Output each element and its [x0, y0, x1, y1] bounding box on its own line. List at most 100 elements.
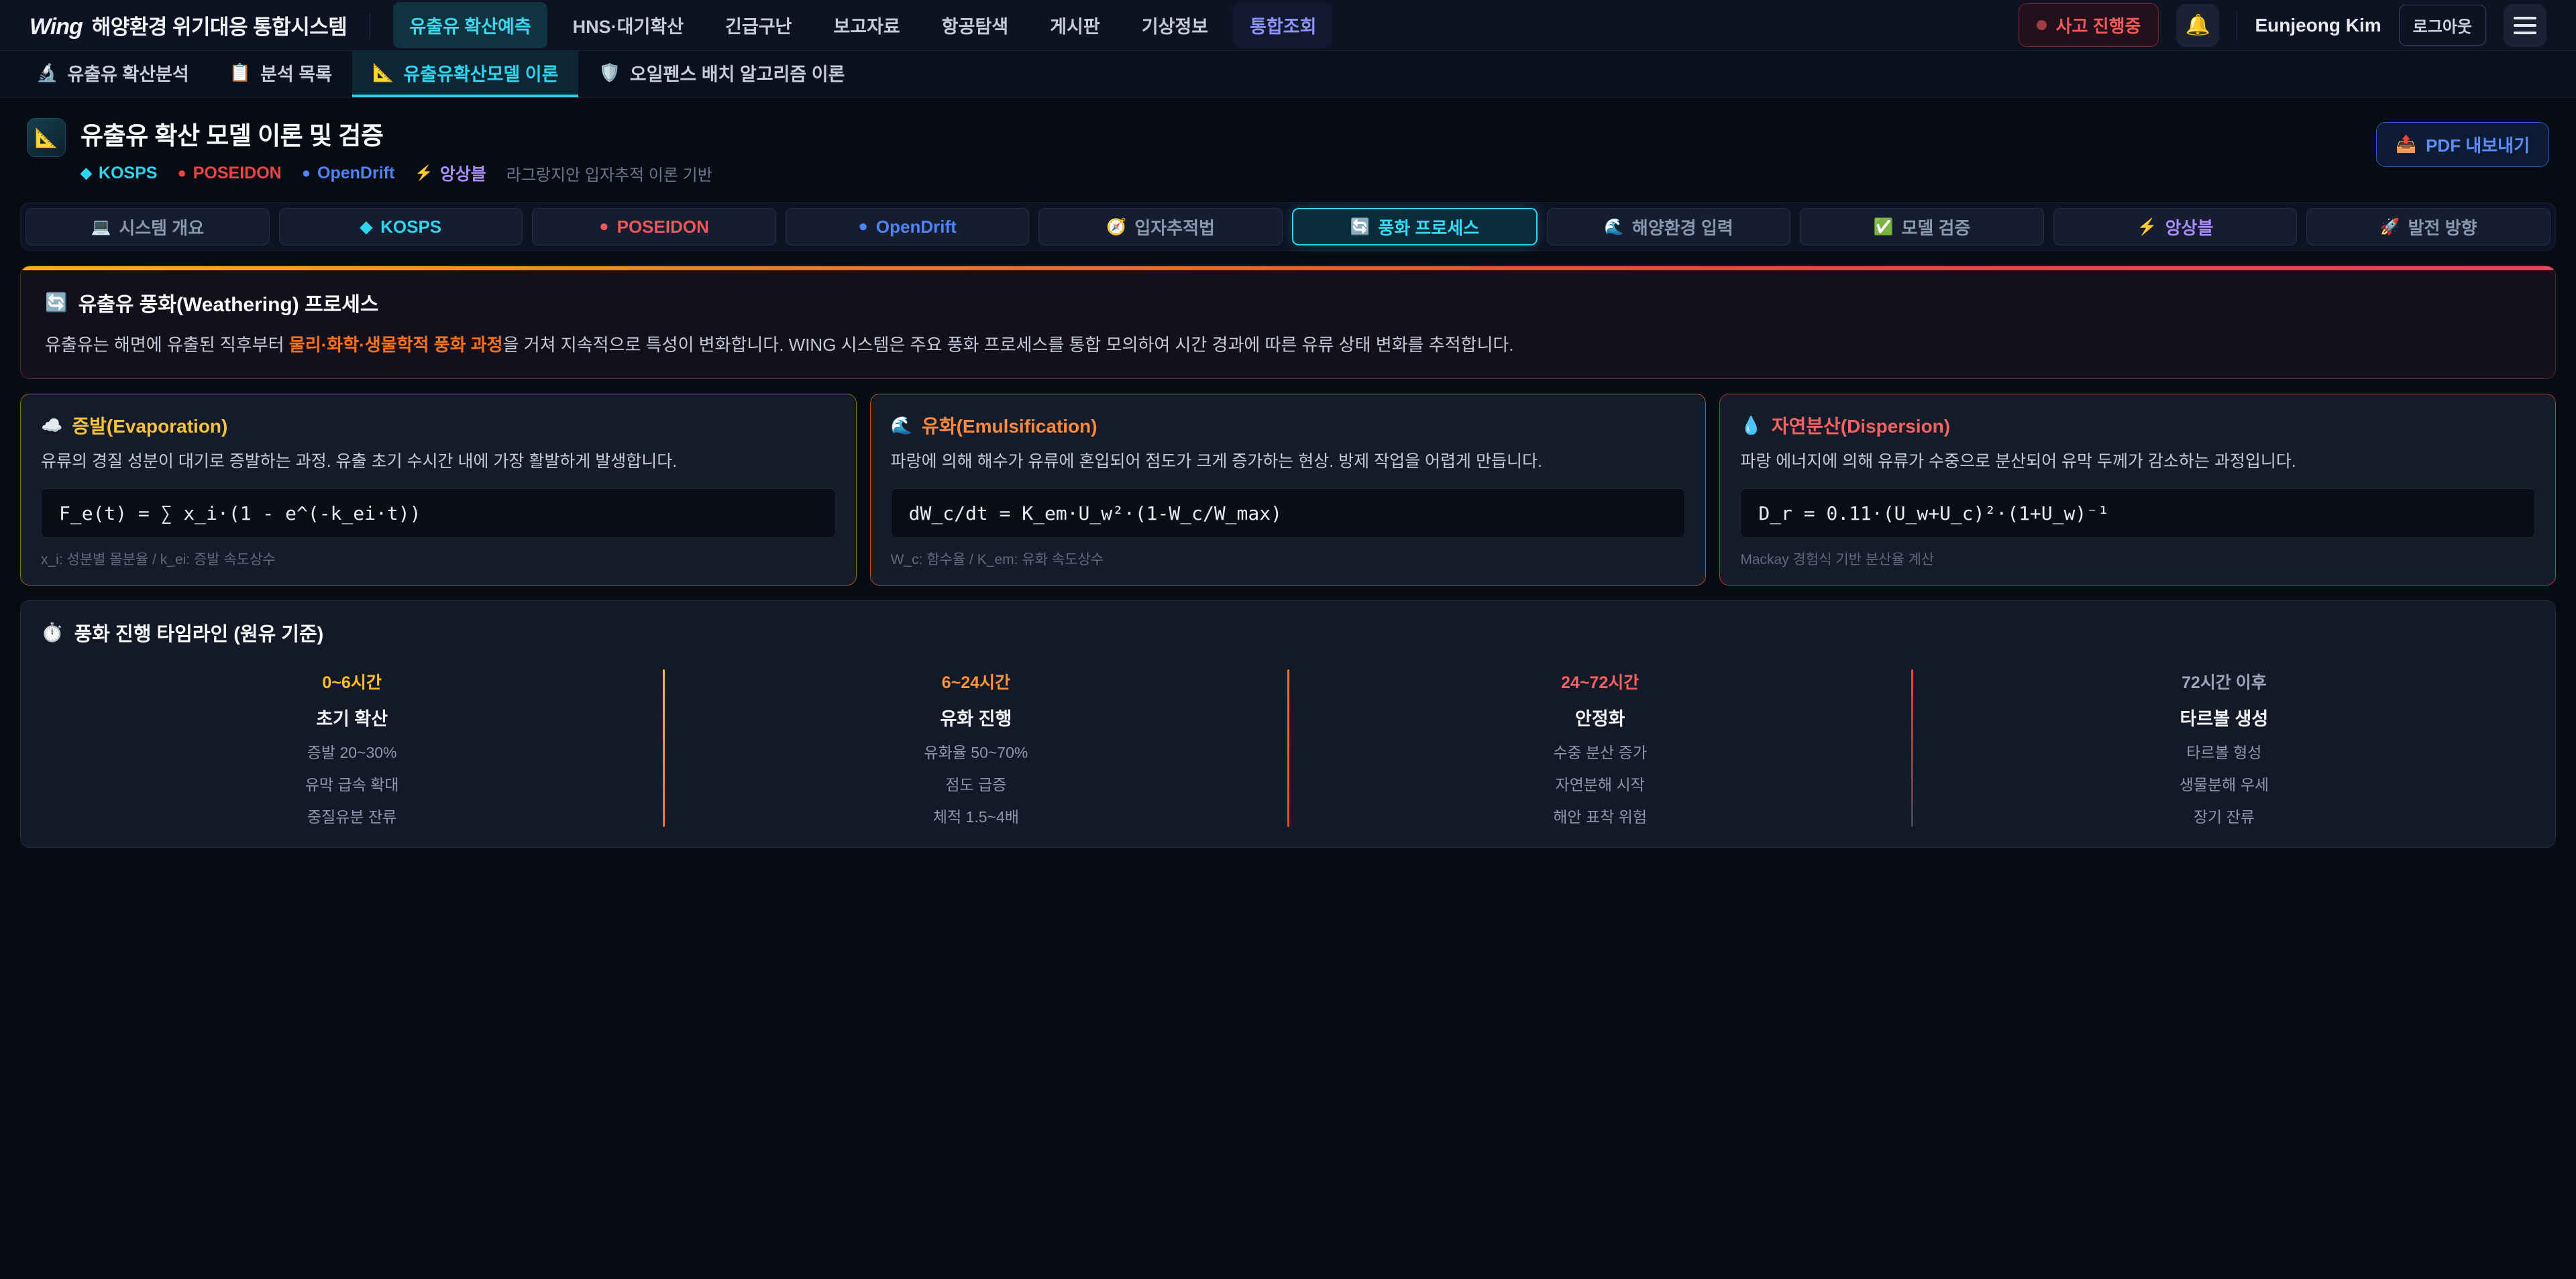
header-texts: 유출유 확산 모델 이론 및 검증 ◆ KOSPS ● POSEIDON ● O… [80, 115, 712, 185]
phase-item: 유화율 50~70% [924, 740, 1028, 763]
tab-label: 유출유 확산분석 [67, 60, 189, 86]
pdf-export-button[interactable]: 📤 PDF 내보내기 [2376, 122, 2549, 167]
weathering-timeline-section: ⏱️ 풍화 진행 타임라인 (원유 기준) 0~6시간 초기 확산 증발 20~… [20, 600, 2556, 848]
weathering-section: 🔄 유출유 풍화(Weathering) 프로세스 유출유는 해면에 유출된 직… [20, 266, 2556, 379]
badge-kosps: ◆ KOSPS [80, 164, 157, 183]
top-navigation-bar: Wing 해양환경 위기대응 통합시스템 유출유 확산예측 HNS·대기확산 긴… [0, 0, 2576, 51]
section-pill-poseidon[interactable]: ● POSEIDON [532, 208, 776, 245]
app-title: 해양환경 위기대응 통합시스템 [92, 10, 347, 40]
timeline-title: ⏱️ 풍화 진행 타임라인 (원유 기준) [41, 618, 2535, 647]
tab-analysis-list[interactable]: 📋 분석 목록 [209, 51, 352, 97]
diamond-icon: ◆ [80, 164, 92, 182]
nav-item-aerial-search[interactable]: 항공탐색 [926, 2, 1024, 48]
card-title: 🌊 유화(Emulsification) [891, 412, 1686, 439]
pill-label: 입자추적법 [1134, 215, 1215, 239]
triangle-ruler-icon: 📐 [372, 62, 394, 83]
incident-badge-label: 사고 진행중 [2056, 13, 2141, 38]
section-pill-system-overview[interactable]: 💻 시스템 개요 [25, 208, 270, 245]
pill-label: POSEIDON [617, 217, 709, 237]
phase-time: 0~6시간 [322, 669, 381, 693]
section-pill-kosps[interactable]: ◆ KOSPS [279, 208, 523, 245]
nav-item-board[interactable]: 게시판 [1034, 2, 1116, 48]
badge-opendrift: ● OpenDrift [302, 164, 395, 183]
cycle-icon: 🔄 [45, 292, 68, 313]
phase-item: 중질유분 잔류 [307, 804, 396, 827]
badge-ensemble: ⚡ 앙상블 [415, 161, 486, 185]
card-title-text: 증발(Evaporation) [72, 412, 227, 439]
weathering-description: 유출유는 해면에 유출된 직후부터 물리·화학·생물학적 풍화 과정을 거쳐 지… [45, 332, 2531, 358]
topbar-right-group: 사고 진행중 🔔 Eunjeong Kim 로그아웃 [2019, 3, 2546, 47]
section-pill-ensemble[interactable]: ⚡ 앙상블 [2053, 208, 2298, 245]
section-pill-weathering-process[interactable]: 🔄 풍화 프로세스 [1292, 208, 1538, 245]
compass-icon: 🧭 [1106, 217, 1126, 237]
logout-button[interactable]: 로그아웃 [2399, 5, 2486, 46]
phase-item: 수중 분산 증가 [1553, 740, 1647, 763]
menu-button[interactable] [2504, 4, 2546, 47]
main-nav: 유출유 확산예측 HNS·대기확산 긴급구난 보고자료 항공탐색 게시판 기상정… [393, 2, 1332, 48]
phase-time: 6~24시간 [942, 669, 1010, 693]
pill-label: 발전 방향 [2408, 215, 2477, 239]
model-badge-row: ◆ KOSPS ● POSEIDON ● OpenDrift ⚡ 앙상블 라그랑… [80, 161, 712, 185]
clipboard-icon: 📋 [229, 62, 251, 83]
card-description: 파랑 에너지에 의해 유류가 수중으로 분산되어 유막 두께가 감소하는 과정입… [1740, 449, 2535, 474]
formula-note: Mackay 경험식 기반 분산율 계산 [1740, 549, 2535, 569]
page-header: 📐 유출유 확산 모델 이론 및 검증 ◆ KOSPS ● POSEIDON ●… [0, 98, 2576, 192]
phase-time: 72시간 이후 [2182, 669, 2267, 693]
tab-label: 오일펜스 배치 알고리즘 이론 [630, 60, 845, 86]
process-cards-row: ☁️ 증발(Evaporation) 유류의 경질 성분이 대기로 증발하는 과… [20, 394, 2556, 586]
cloud-icon: ☁️ [41, 415, 62, 436]
nav-item-weather-info[interactable]: 기상정보 [1126, 2, 1224, 48]
section-nav: 💻 시스템 개요 ◆ KOSPS ● POSEIDON ● OpenDrift … [20, 203, 2556, 251]
lightning-icon: ⚡ [415, 164, 433, 182]
nav-item-emergency-rescue[interactable]: 긴급구난 [709, 2, 808, 48]
section-pill-model-validation[interactable]: ✅ 모델 검증 [1800, 208, 2044, 245]
nav-item-reports[interactable]: 보고자료 [817, 2, 916, 48]
section-pill-opendrift[interactable]: ● OpenDrift [786, 208, 1030, 245]
triangle-ruler-icon: 📐 [35, 127, 58, 149]
microscope-icon: 🔬 [36, 62, 58, 83]
page-icon-box: 📐 [27, 118, 66, 157]
section-pill-future-direction[interactable]: 🚀 발전 방향 [2306, 208, 2551, 245]
wing-logo-icon: Wing [30, 14, 83, 40]
timeline-phase-stabilization: 24~72시간 안정화 수중 분산 증가 자연분해 시작 해안 표착 위험 [1289, 669, 1911, 827]
timeline-phase-tarball: 72시간 이후 타르볼 생성 타르볼 형성 생물분해 우세 장기 잔류 [1913, 669, 2535, 827]
card-title: 💧 자연분산(Dispersion) [1740, 412, 2535, 439]
phase-stage: 안정화 [1575, 704, 1625, 730]
monitor-icon: 💻 [91, 217, 111, 237]
sub-tab-bar: 🔬 유출유 확산분석 📋 분석 목록 📐 유출유확산모델 이론 🛡️ 오일펜스 … [0, 51, 2576, 98]
section-pill-particle-tracking[interactable]: 🧭 입자추적법 [1038, 208, 1283, 245]
card-description: 유류의 경질 성분이 대기로 증발하는 과정. 유출 초기 수시간 내에 가장 … [41, 449, 836, 474]
card-title-text: 유화(Emulsification) [922, 412, 1097, 439]
phase-item: 자연분해 시작 [1555, 772, 1644, 795]
check-icon: ✅ [1874, 217, 1894, 237]
section-pill-marine-env-input[interactable]: 🌊 해양환경 입력 [1547, 208, 1791, 245]
phase-stage: 타르볼 생성 [2180, 704, 2269, 730]
incident-status-badge: 사고 진행중 [2019, 3, 2159, 47]
tab-spill-analysis[interactable]: 🔬 유출유 확산분석 [16, 51, 209, 97]
timeline-title-text: 풍화 진행 타임라인 (원유 기준) [74, 618, 324, 647]
nav-item-integrated-search[interactable]: 통합조회 [1234, 2, 1332, 48]
page-title: 유출유 확산 모델 이론 및 검증 [80, 115, 712, 152]
tab-oil-fence-algorithm-theory[interactable]: 🛡️ 오일펜스 배치 알고리즘 이론 [578, 51, 865, 97]
pill-label: 앙상블 [2165, 215, 2214, 239]
phase-item: 장기 잔류 [2194, 804, 2255, 827]
notification-button[interactable]: 🔔 [2176, 4, 2219, 47]
formula-note: x_i: 성분별 몰분율 / k_ei: 증발 속도상수 [41, 549, 836, 569]
pill-label: 풍화 프로세스 [1378, 215, 1479, 239]
tab-diffusion-model-theory[interactable]: 📐 유출유확산모델 이론 [352, 51, 578, 97]
incident-dot-icon [2037, 20, 2047, 30]
timeline-phase-emulsification: 6~24시간 유화 진행 유화율 50~70% 점도 급증 체적 1.5~4배 [665, 669, 1287, 827]
pill-label: 해양환경 입력 [1632, 215, 1733, 239]
card-emulsification: 🌊 유화(Emulsification) 파랑에 의해 해수가 유류에 혼입되어… [870, 394, 1707, 586]
timeline-grid: 0~6시간 초기 확산 증발 20~30% 유막 급속 확대 중질유분 잔류 6… [41, 669, 2535, 827]
nav-item-oil-spill-prediction[interactable]: 유출유 확산예측 [393, 2, 547, 48]
nav-item-hns-atmospheric[interactable]: HNS·대기확산 [557, 2, 700, 48]
phase-item: 유막 급속 확대 [305, 772, 399, 795]
phase-item: 생물분해 우세 [2180, 772, 2269, 795]
badge-poseidon: ● POSEIDON [177, 164, 281, 183]
weathering-title: 🔄 유출유 풍화(Weathering) 프로세스 [45, 288, 2531, 317]
tab-label: 분석 목록 [260, 60, 332, 86]
phase-item: 해안 표착 위험 [1553, 804, 1647, 827]
timeline-phase-initial-spread: 0~6시간 초기 확산 증발 20~30% 유막 급속 확대 중질유분 잔류 [41, 669, 663, 827]
rocket-icon: 🚀 [2380, 217, 2400, 237]
